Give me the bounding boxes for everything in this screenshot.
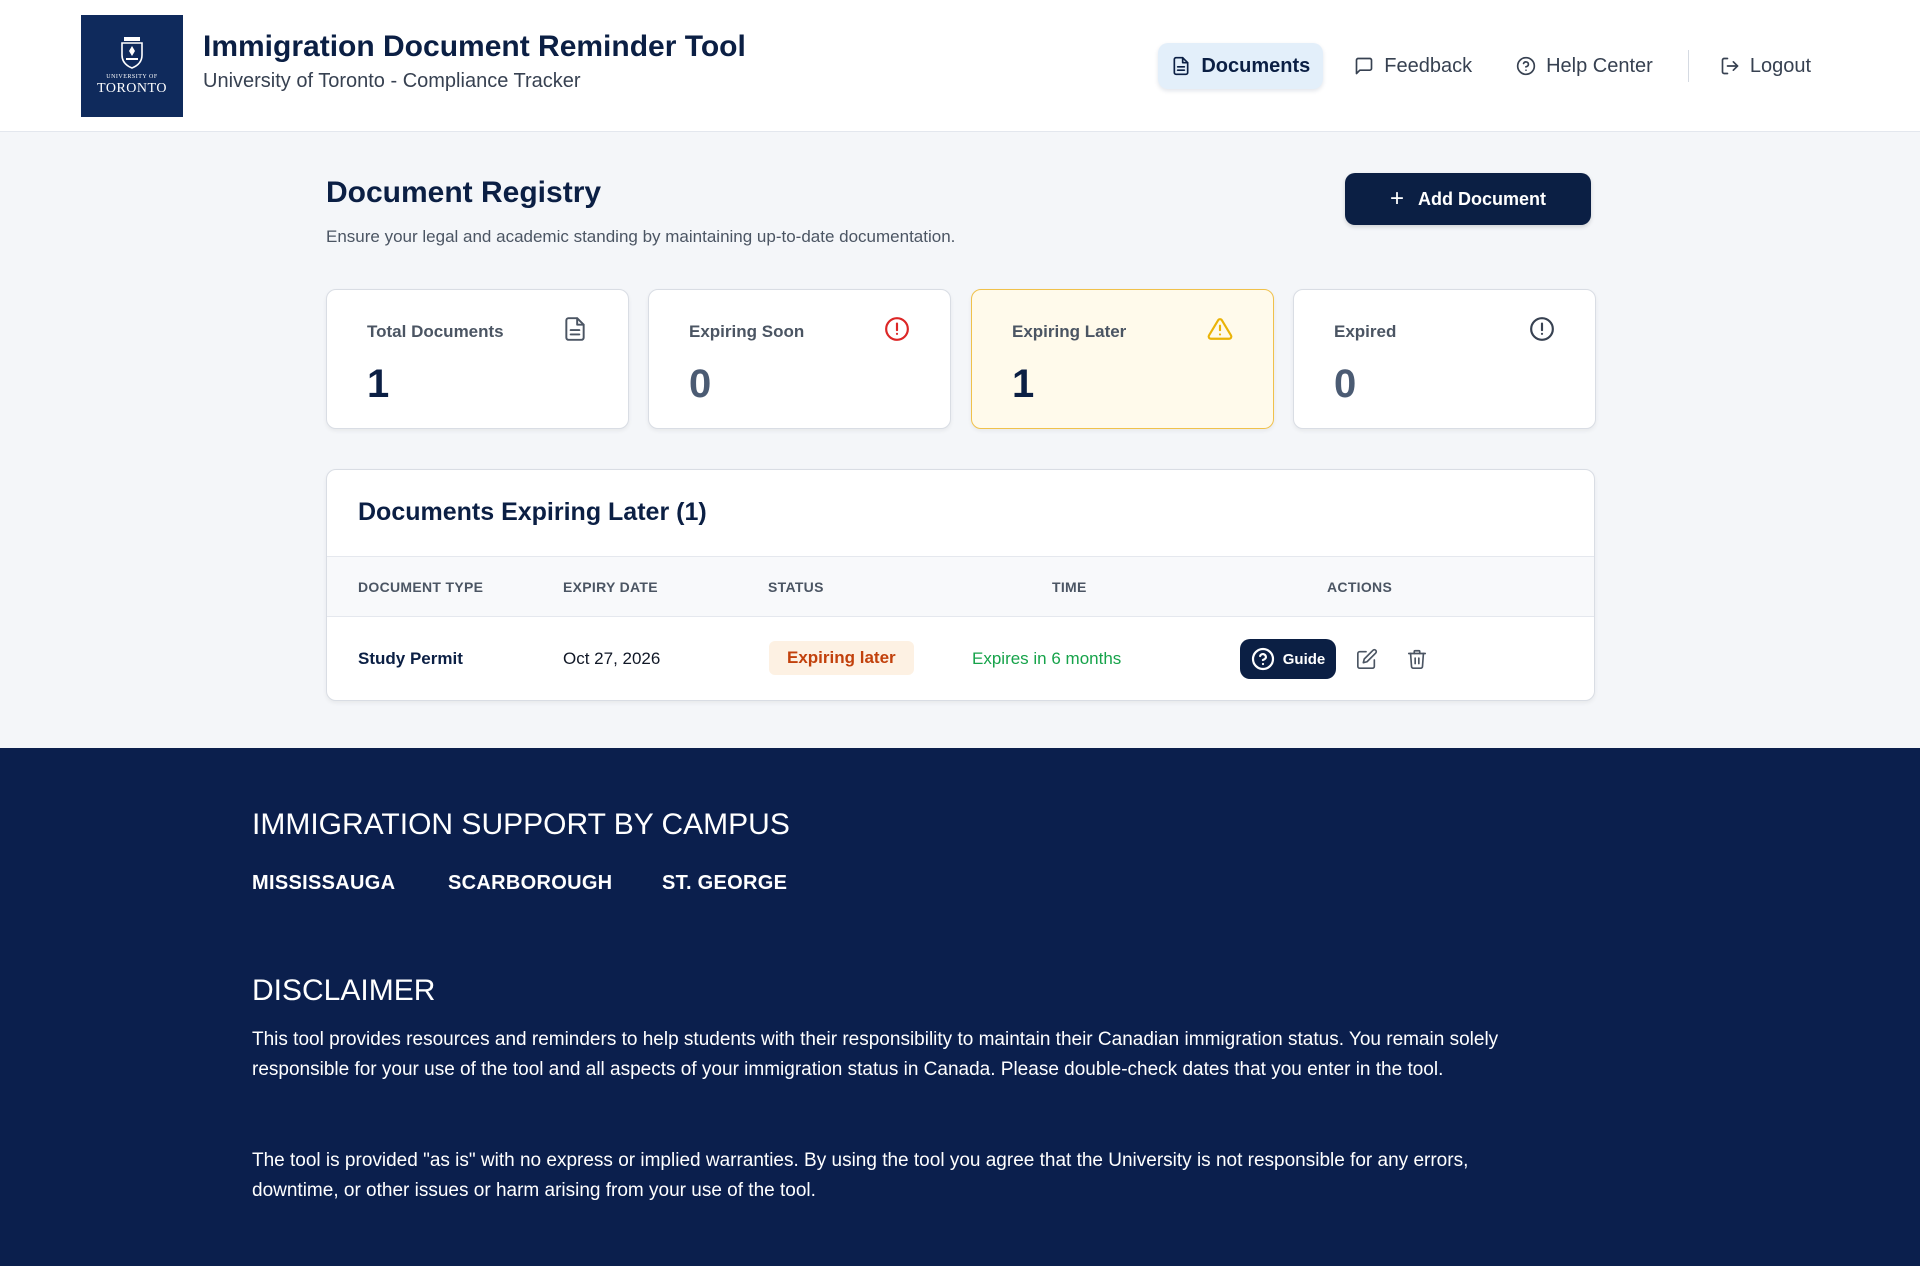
card-expired[interactable]: Expired 0 xyxy=(1293,289,1596,429)
document-icon xyxy=(565,317,585,341)
header: UNIVERSITY OF TORONTO Immigration Docume… xyxy=(0,0,1920,132)
card-label: Expiring Later xyxy=(1012,322,1127,341)
chat-icon xyxy=(1355,57,1373,75)
column-header: EXPIRY DATE xyxy=(563,579,658,595)
summary-cards: Total Documents 1 Expiring Soon 0 Expiri… xyxy=(326,289,1596,429)
card-label: Expiring Soon xyxy=(689,322,805,341)
card-value: 1 xyxy=(1012,362,1035,406)
disclaimer-heading: DISCLAIMER xyxy=(252,974,436,1007)
table-row[interactable]: Study Permit Oct 27, 2026 Expiring later… xyxy=(327,617,1594,700)
card-total-documents[interactable]: Total Documents 1 xyxy=(326,289,629,429)
logo-small-text: UNIVERSITY OF xyxy=(106,74,158,80)
document-icon xyxy=(1173,56,1189,76)
documents-table: Documents Expiring Later (1) DOCUMENT TY… xyxy=(326,469,1595,701)
page-title: Document Registry xyxy=(326,176,602,209)
table-title: Documents Expiring Later (1) xyxy=(358,498,707,526)
nav-help-center[interactable]: Help Center xyxy=(1503,43,1666,89)
card-label: Expired xyxy=(1334,322,1397,341)
guide-label: Guide xyxy=(1282,650,1326,668)
nav-divider xyxy=(1687,50,1689,82)
nav-logout[interactable]: Logout xyxy=(1707,43,1824,89)
table-header: DOCUMENT TYPE EXPIRY DATE STATUS TIME AC… xyxy=(327,556,1594,617)
expiry-date: Oct 27, 2026 xyxy=(563,649,661,668)
crest-icon xyxy=(121,37,143,69)
card-value: 0 xyxy=(1334,362,1357,406)
university-logo[interactable]: UNIVERSITY OF TORONTO xyxy=(81,15,183,117)
alert-circle-icon xyxy=(885,317,909,341)
card-expiring-soon[interactable]: Expiring Soon 0 xyxy=(648,289,951,429)
nav-logout-label: Logout xyxy=(1749,54,1811,77)
alert-circle-icon xyxy=(1530,317,1554,341)
edit-icon[interactable] xyxy=(1356,648,1378,670)
add-document-button[interactable]: + Add Document xyxy=(1345,173,1591,225)
guide-button[interactable]: Guide xyxy=(1240,639,1336,679)
status-badge: Expiring later xyxy=(769,641,914,675)
logout-icon xyxy=(1721,57,1739,75)
campus-link-st-george[interactable]: ST. GEORGE xyxy=(662,872,787,895)
document-type: Study Permit xyxy=(358,649,463,668)
app-subtitle: University of Toronto - Compliance Track… xyxy=(203,70,581,92)
footer: IMMIGRATION SUPPORT BY CAMPUS MISSISSAUG… xyxy=(0,748,1920,1266)
card-value: 1 xyxy=(367,362,390,406)
nav-feedback-label: Feedback xyxy=(1384,54,1473,77)
column-header: STATUS xyxy=(768,579,824,595)
page-description: Ensure your legal and academic standing … xyxy=(326,227,956,246)
logo-big-text: TORONTO xyxy=(97,81,167,96)
campus-link-mississauga[interactable]: MISSISSAUGA xyxy=(252,872,395,895)
card-expiring-later[interactable]: Expiring Later 1 xyxy=(971,289,1274,429)
disclaimer-paragraph: The tool is provided "as is" with no exp… xyxy=(252,1150,1469,1201)
support-heading: IMMIGRATION SUPPORT BY CAMPUS xyxy=(252,808,790,841)
card-value: 0 xyxy=(689,362,712,406)
nav-feedback[interactable]: Feedback xyxy=(1341,43,1485,89)
campus-link-scarborough[interactable]: SCARBOROUGH xyxy=(448,872,612,895)
nav-documents-label: Documents xyxy=(1201,54,1311,77)
app-title: Immigration Document Reminder Tool xyxy=(203,30,746,63)
disclaimer-paragraph: This tool provides resources and reminde… xyxy=(252,1029,1499,1080)
top-nav: Documents Feedback Help Center Logout xyxy=(1158,43,1824,89)
nav-documents[interactable]: Documents xyxy=(1158,43,1324,89)
help-circle-icon xyxy=(1251,647,1274,671)
add-document-label: Add Document xyxy=(1418,188,1546,209)
column-header: ACTIONS xyxy=(1327,579,1393,595)
warning-triangle-icon xyxy=(1207,318,1233,340)
column-header: TIME xyxy=(1052,579,1087,595)
column-header: DOCUMENT TYPE xyxy=(358,579,484,595)
time-remaining: Expires in 6 months xyxy=(972,649,1122,668)
nav-help-center-label: Help Center xyxy=(1546,54,1653,77)
trash-icon[interactable] xyxy=(1406,648,1428,670)
plus-icon: + xyxy=(1389,185,1404,212)
help-circle-icon xyxy=(1516,56,1536,76)
card-label: Total Documents xyxy=(367,322,504,341)
